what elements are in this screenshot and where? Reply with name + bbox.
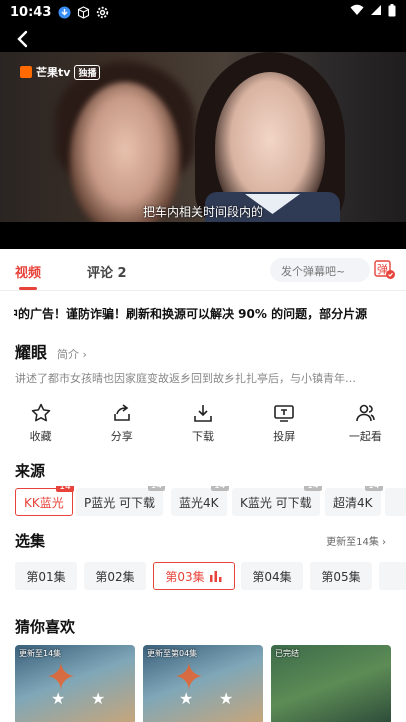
source-item[interactable]: 超清4K 14: [325, 486, 383, 516]
notice-ticker: 中的广告！谨防诈骗！刷新和换源可以解决 90% 的问题，部分片源: [14, 307, 368, 321]
source-count-badge: 14: [147, 486, 166, 491]
mango-logo-icon: [20, 66, 32, 78]
source-count-badge: 14: [304, 486, 322, 491]
download-button[interactable]: 下载: [162, 402, 243, 448]
download-icon: [194, 405, 212, 422]
watch-together-button[interactable]: 一起看: [325, 402, 406, 448]
back-arrow-icon[interactable]: [12, 28, 34, 50]
source-item[interactable]: P蓝光 可下载 14: [76, 486, 166, 516]
video-player[interactable]: 10:43 芒果tv 独播 把车内相关时间段内的: [0, 0, 406, 249]
source-item[interactable]: K蓝光 可下载 14: [232, 486, 322, 516]
settings-icon: [95, 5, 109, 19]
video-subtitle: 把车内相关时间段内的: [142, 205, 263, 219]
share-button[interactable]: 分享: [81, 402, 162, 448]
episode-section-title: 选集: [15, 532, 46, 550]
recommend-list: ✦ ★ ★ 更新至14集 ✦ ★ ★ 更新至第04集 已完结: [15, 645, 406, 722]
share-icon: [113, 404, 130, 421]
battery-icon: [388, 3, 396, 21]
source-count-badge: 14: [56, 486, 74, 492]
wifi-icon: [350, 4, 364, 20]
show-description[interactable]: 讲述了都市女孩晴也因家庭变故返乡回到故乡扎扎亭后，与小镇青年…: [15, 370, 391, 386]
episode-item[interactable]: [379, 562, 406, 590]
source-list: KK蓝光 14 P蓝光 可下载 14 蓝光4K 14 K蓝光 可下载 14 超清…: [15, 486, 406, 518]
episode-list: 第01集 第02集 第03集 第04集 第05集: [15, 562, 406, 592]
status-bar: 10:43: [0, 0, 406, 24]
star-icon: [31, 403, 50, 422]
cast-button[interactable]: 投屏: [244, 402, 325, 448]
episode-item[interactable]: 第04集: [241, 562, 303, 590]
episode-item[interactable]: 第01集: [15, 562, 77, 590]
star-icon: ★: [179, 689, 194, 708]
box-icon: [76, 5, 90, 19]
video-frame[interactable]: 芒果tv 独播: [0, 52, 406, 222]
danmaku-toggle-button[interactable]: 弹: [374, 260, 396, 280]
tab-video[interactable]: 视频: [15, 262, 41, 290]
episode-item[interactable]: 第03集: [153, 562, 235, 590]
channel-logo: 芒果tv 独播: [20, 64, 101, 80]
star-icon: ★: [219, 689, 234, 708]
recommend-poster[interactable]: ✦ ★ ★ 更新至第04集: [143, 645, 263, 722]
recommend-poster[interactable]: ✦ ★ ★ 更新至14集: [15, 645, 135, 722]
star-icon: ★: [51, 689, 66, 708]
show-title: 耀眼: [15, 343, 48, 362]
source-item[interactable]: KK蓝光 14: [15, 486, 74, 516]
users-icon: [356, 404, 376, 422]
star-icon: ★: [91, 689, 106, 708]
download-status-icon: [57, 5, 71, 19]
tv-icon: [274, 405, 295, 422]
source-count-badge: 14: [365, 486, 383, 491]
episode-item[interactable]: 第05集: [310, 562, 372, 590]
recommend-poster[interactable]: 已完结: [271, 645, 391, 722]
source-section-title: 来源: [15, 462, 46, 480]
favorite-button[interactable]: 收藏: [0, 402, 81, 448]
playing-indicator-icon: [209, 571, 222, 582]
episode-item[interactable]: 第02集: [84, 562, 146, 590]
recommend-section-title: 猜你喜欢: [15, 618, 76, 636]
tab-comments[interactable]: 评论 2: [87, 262, 127, 281]
status-time: 10:43: [10, 4, 52, 20]
danmaku-input[interactable]: 发个弹幕吧~: [270, 258, 370, 282]
detail-tabs: 视频 评论 2 发个弹幕吧~ 弹: [0, 249, 406, 291]
episode-update-link[interactable]: 更新至14集 ›: [326, 533, 386, 548]
source-item[interactable]: 蓝光4K 14: [171, 486, 229, 516]
intro-link[interactable]: 简介 ›: [57, 346, 87, 362]
source-count-badge: 14: [211, 486, 229, 491]
source-item[interactable]: [385, 488, 406, 516]
action-bar: 收藏 分享 下载 投屏 一起看: [0, 402, 406, 448]
show-title-row: 耀眼 简介 ›: [15, 339, 87, 363]
signal-icon: [370, 4, 382, 20]
